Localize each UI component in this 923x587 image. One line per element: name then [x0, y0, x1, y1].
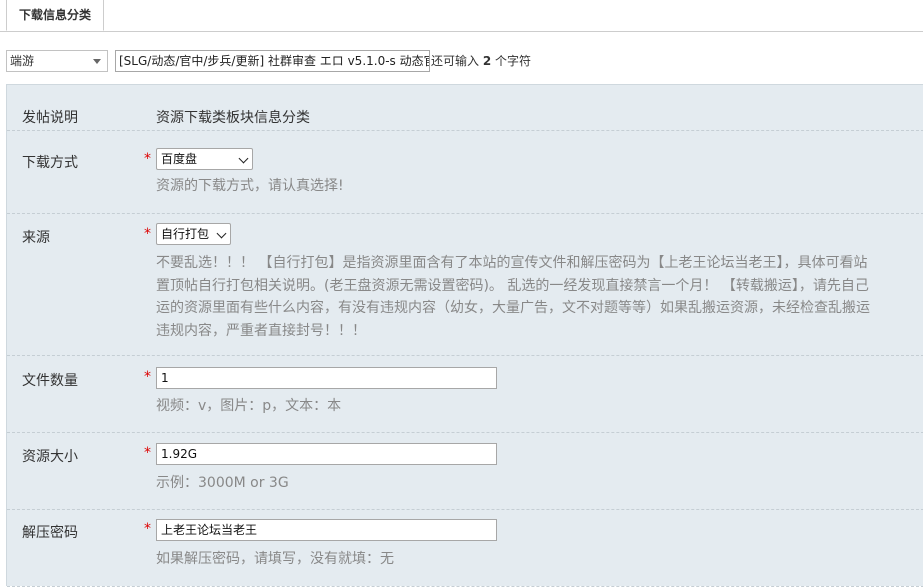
download-method-label: 下载方式	[22, 155, 78, 171]
resource-size-hint: 示例：3000M or 3G	[156, 475, 289, 491]
password-label: 解压密码	[22, 525, 78, 541]
row-download-method: 下载方式 * 百度盘 资源的下载方式，请认真选择!	[7, 131, 923, 214]
row-post-note: 发帖说明 资源下载类板块信息分类	[7, 85, 923, 131]
post-note-label: 发帖说明	[22, 110, 78, 126]
tab-download-info[interactable]: 下载信息分类	[6, 0, 105, 31]
row-source: 来源 * 自行打包 不要乱选！！！ 【自行打包】是指资源里面含有了本站的宣传文件…	[7, 214, 923, 356]
chevron-down-icon	[238, 153, 249, 164]
row-resource-size: 资源大小 * 1.92G 示例：3000M or 3G	[7, 433, 923, 510]
resource-size-label: 资源大小	[22, 449, 78, 465]
source-desc-line: 违规内容，严重者直接封号！！！	[156, 322, 366, 339]
required-mark: *	[144, 151, 151, 167]
required-mark: *	[144, 226, 151, 242]
file-count-label: 文件数量	[22, 373, 78, 389]
thread-type-value: 端游	[10, 54, 35, 68]
source-select[interactable]: 自行打包	[156, 223, 231, 245]
thread-type-select[interactable]: 端游	[6, 50, 108, 72]
tab-bar: 下载信息分类	[0, 0, 923, 32]
row-password: 解压密码 * 上老王论坛当老王 如果解压密码，请填写，没有就填：无	[7, 510, 923, 587]
source-desc-line: 运的资源里面有些什么内容，有没有违规内容（幼女，大量广告，文不对题等等）如果乱搬…	[156, 300, 870, 316]
file-count-hint: 视频：v，图片：p，文本：本	[156, 398, 342, 414]
required-mark: *	[144, 521, 151, 537]
title-input[interactable]: [SLG/动态/官中/步兵/更新] 社群审查 エロ v5.1.0-s 动态官	[115, 50, 430, 72]
download-method-hint: 资源的下载方式，请认真选择!	[156, 178, 344, 194]
required-mark: *	[144, 445, 151, 461]
chevron-down-icon	[93, 59, 101, 64]
source-label: 来源	[22, 230, 50, 246]
char-count-note: 还可输入 2 个字符	[431, 54, 532, 68]
download-method-select[interactable]: 百度盘	[156, 148, 253, 170]
classification-panel: 发帖说明 资源下载类板块信息分类 下载方式 * 百度盘 资源的下载方式，请认真选…	[6, 84, 923, 587]
source-desc-line: 置顶帖自行打包相关说明。(老王盘资源无需设置密码)。 乱选的一经发现直接禁言一个…	[156, 277, 869, 294]
required-mark: *	[144, 369, 151, 385]
row-file-count: 文件数量 * 1 视频：v，图片：p，文本：本	[7, 356, 923, 433]
file-count-input[interactable]: 1	[156, 367, 497, 389]
password-input[interactable]: 上老王论坛当老王	[156, 519, 497, 541]
char-count: 2	[482, 54, 492, 68]
password-hint: 如果解压密码，请填写，没有就填：无	[156, 551, 394, 567]
chevron-down-icon	[216, 228, 227, 239]
source-value: 自行打包	[161, 227, 210, 241]
download-method-value: 百度盘	[161, 152, 198, 166]
source-desc-line: 不要乱选！！！ 【自行打包】是指资源里面含有了本站的宣传文件和解压密码为【上老王…	[156, 255, 868, 271]
resource-size-input[interactable]: 1.92G	[156, 443, 497, 465]
post-note-value: 资源下载类板块信息分类	[156, 110, 310, 126]
